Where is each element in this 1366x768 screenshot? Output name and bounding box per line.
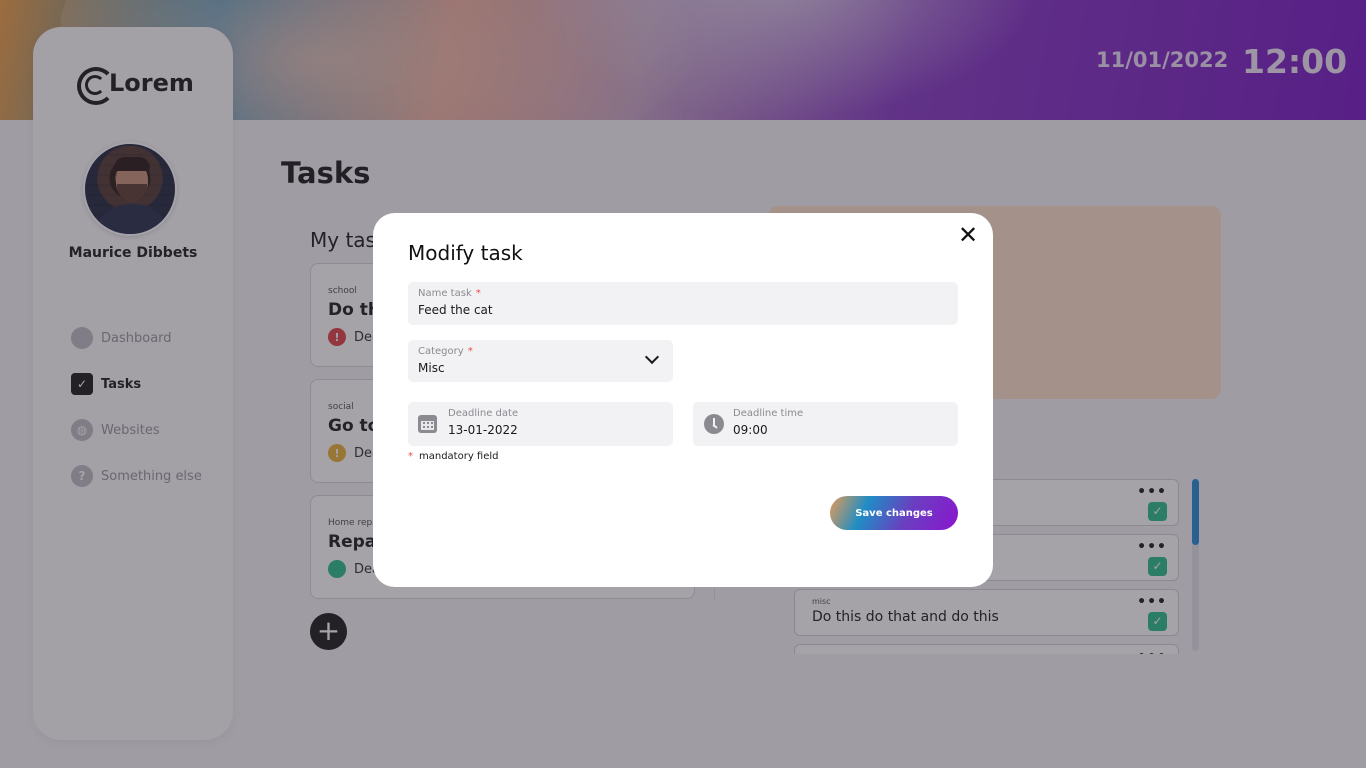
modify-task-dialog: Modify task ✕ Name task * Feed the cat Ca… (373, 213, 993, 587)
mandatory-field-note: * mandatory field (408, 451, 499, 462)
required-mark: * (408, 451, 413, 462)
field-label: Deadline time (733, 408, 804, 419)
save-changes-button[interactable]: Save changes (830, 496, 958, 530)
task-name-field[interactable]: Name task * Feed the cat (408, 282, 958, 325)
required-mark: * (467, 346, 473, 357)
field-label: Category (418, 346, 464, 357)
calendar-icon[interactable] (418, 415, 437, 433)
category-value: Misc (418, 361, 445, 375)
deadline-time-input[interactable]: 09:00 (733, 423, 768, 437)
deadline-date-field[interactable]: Deadline date 13-01-2022 (408, 402, 673, 446)
dialog-title: Modify task (408, 241, 523, 265)
required-mark: * (475, 288, 481, 299)
chevron-down-icon[interactable] (644, 349, 660, 365)
clock-icon[interactable] (704, 414, 724, 434)
deadline-time-field[interactable]: Deadline time 09:00 (693, 402, 958, 446)
deadline-date-input[interactable]: 13-01-2022 (448, 423, 518, 437)
task-name-input[interactable]: Feed the cat (418, 303, 493, 317)
field-label: Name task (418, 288, 472, 299)
close-icon[interactable]: ✕ (956, 223, 980, 247)
field-label: Deadline date (448, 408, 519, 419)
category-select[interactable]: Category * Misc (408, 340, 673, 382)
